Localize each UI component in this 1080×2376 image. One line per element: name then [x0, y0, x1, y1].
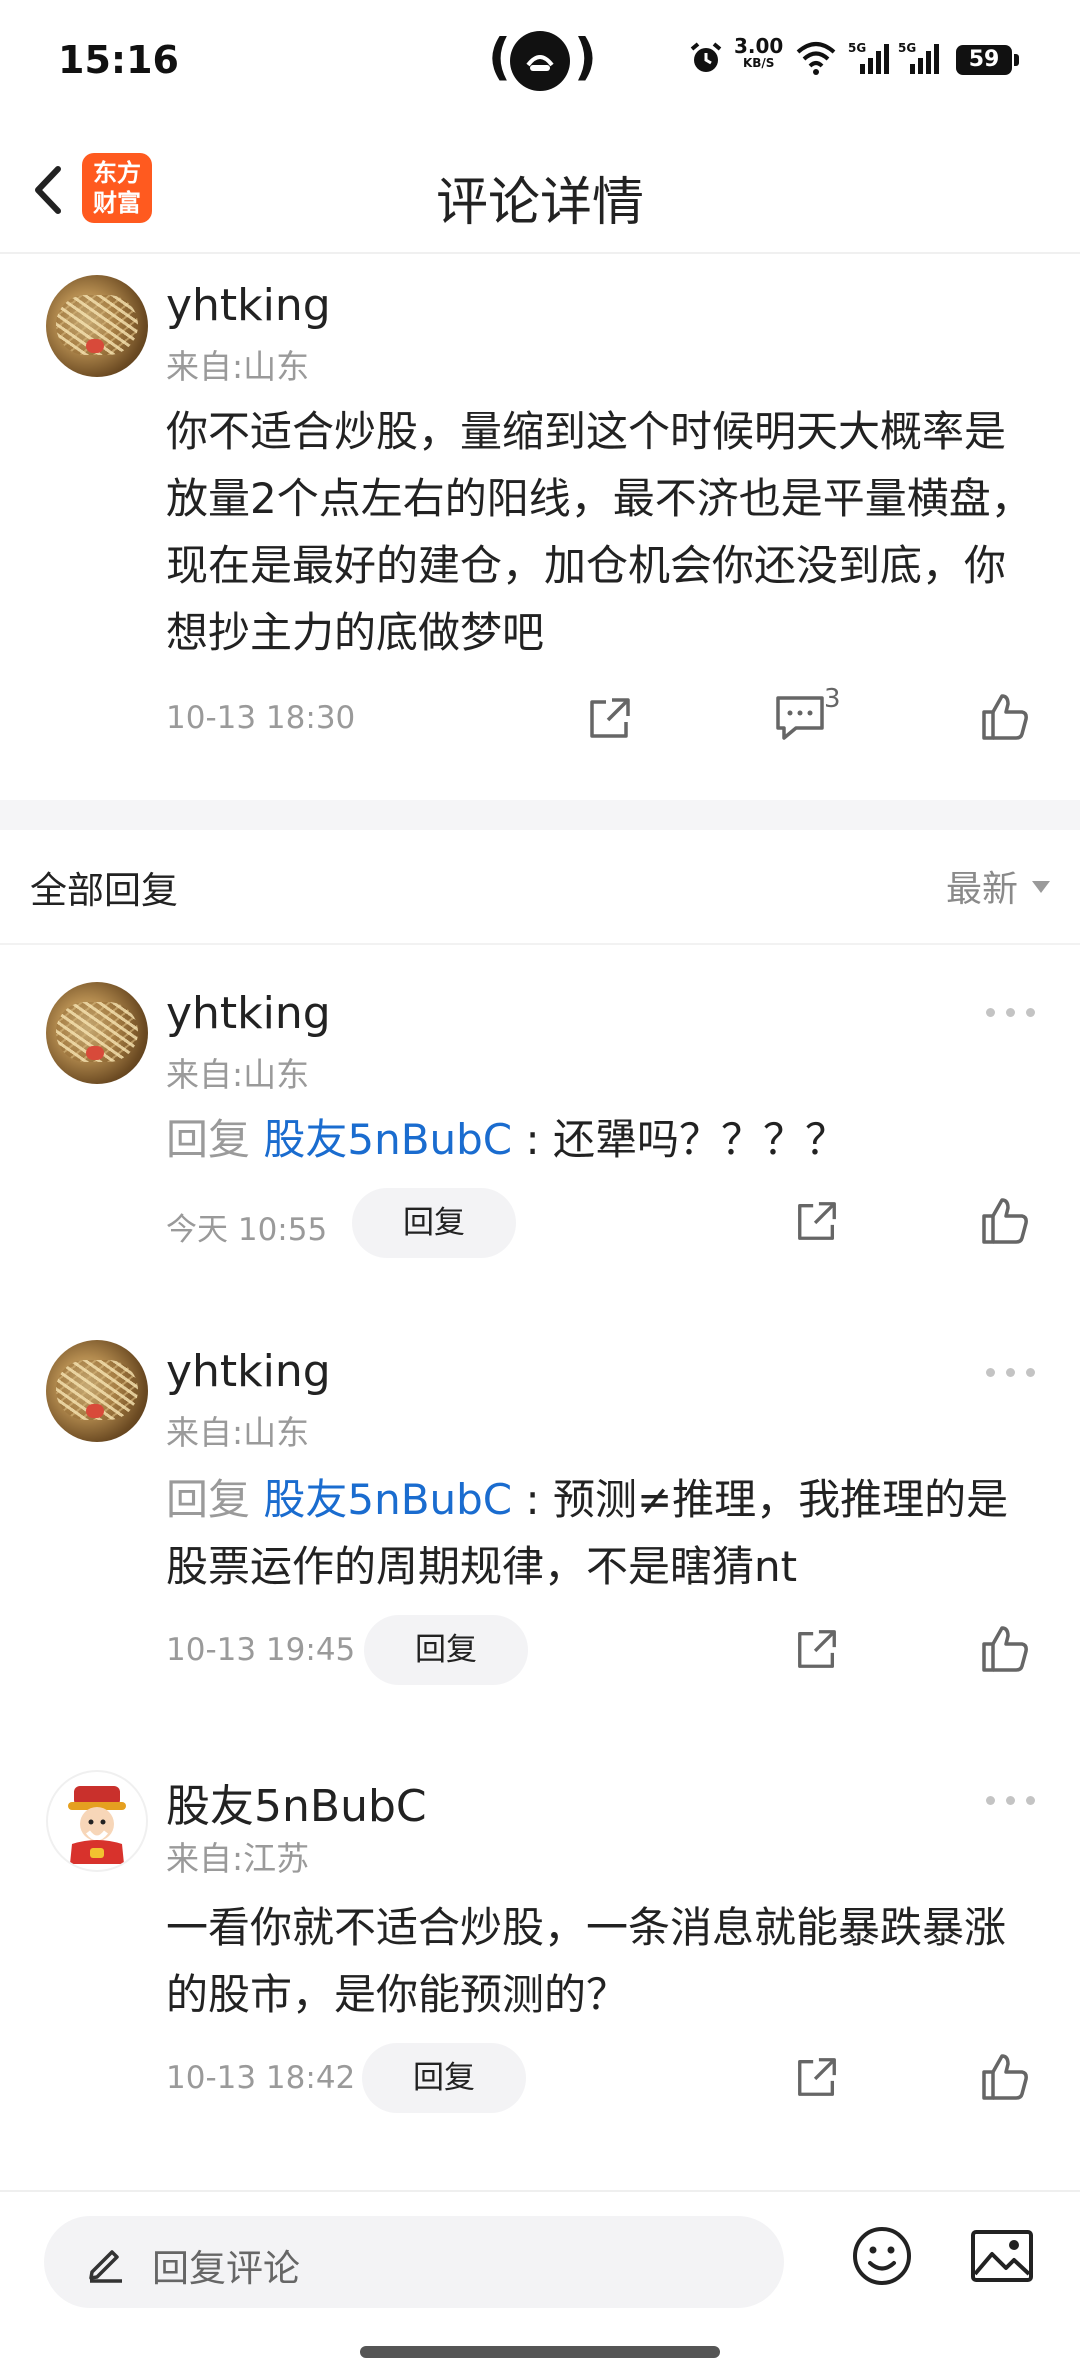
status-time: 15:16 — [58, 38, 179, 82]
like-icon[interactable] — [980, 2052, 1030, 2102]
battery-icon: 59 — [956, 45, 1019, 75]
pencil-icon — [84, 2240, 128, 2284]
share-icon[interactable] — [794, 1626, 840, 1672]
signal-5g-icon: 5G — [848, 40, 892, 76]
like-icon[interactable] — [980, 1196, 1030, 1246]
caret-down-icon — [1032, 881, 1050, 893]
share-icon[interactable] — [794, 1198, 840, 1244]
fortune-god-icon — [68, 1786, 126, 1864]
reply-timestamp: 10-13 19:45 — [166, 1632, 356, 1668]
status-bar: 15:16 ( ) 3.00 KB/S 5G 5G 59 — [0, 0, 1080, 130]
signal-5g-icon-2: 5G — [898, 40, 942, 76]
status-icons: 3.00 KB/S 5G 5G 59 — [688, 36, 1019, 90]
top-nav-bar: 东方 财富 评论详情 — [0, 130, 1080, 254]
reply-location: 来自:山东 — [166, 1413, 310, 1452]
reply-username[interactable]: yhtking — [166, 988, 331, 1039]
more-options-icon[interactable] — [986, 1362, 1036, 1382]
svg-text:5G: 5G — [848, 41, 866, 55]
comment-timestamp: 10-13 18:30 — [166, 700, 356, 736]
more-options-icon[interactable] — [986, 1790, 1036, 1810]
mention-link[interactable]: 股友5nBubC — [263, 1475, 512, 1524]
more-options-icon[interactable] — [986, 1002, 1036, 1022]
reply-username[interactable]: 股友5nBubC — [166, 1770, 427, 1834]
network-speed: 3.00 KB/S — [734, 34, 784, 70]
reply-button[interactable]: 回复 — [362, 2043, 526, 2113]
comment-count: 3 — [824, 684, 841, 714]
mention-link[interactable]: 股友5nBubC — [263, 1115, 512, 1164]
reply-text: 回复 股友5nBubC : 预测≠推理，我推理的是 股票运作的周期规律，不是瞎猜n… — [166, 1475, 1009, 1591]
alarm-icon — [688, 40, 724, 76]
reply-timestamp: 10-13 18:42 — [166, 2060, 356, 2096]
reply-comment-input[interactable]: 回复评论 — [44, 2216, 784, 2308]
home-indicator[interactable] — [360, 2346, 720, 2358]
reply-username[interactable]: yhtking — [166, 1346, 331, 1397]
share-icon[interactable] — [794, 2054, 840, 2100]
reply-button[interactable]: 回复 — [352, 1188, 516, 1258]
bottom-bar: 回复评论 — [0, 2190, 1080, 2376]
comment-icon[interactable] — [774, 692, 826, 742]
avatar[interactable] — [46, 982, 148, 1084]
comment-location: 来自:山东 — [166, 347, 310, 386]
reply-text: 回复 股友5nBubC : 还犟吗？？？？ — [166, 1115, 847, 1164]
share-icon[interactable] — [586, 694, 634, 742]
like-icon[interactable] — [980, 1624, 1030, 1674]
section-divider — [0, 800, 1080, 830]
svg-text:5G: 5G — [898, 41, 916, 55]
dynamic-island-icon: ( ) — [488, 28, 597, 92]
avatar[interactable] — [46, 1770, 148, 1872]
page-title: 评论详情 — [435, 173, 644, 233]
reply-location: 来自:江苏 — [166, 1839, 310, 1878]
input-placeholder: 回复评论 — [152, 2247, 300, 2290]
image-icon[interactable] — [970, 2228, 1034, 2284]
comment-username[interactable]: yhtking — [166, 280, 331, 331]
replies-header: 全部回复 最新 — [0, 830, 1080, 945]
reply-location: 来自:山东 — [166, 1055, 310, 1094]
wifi-icon — [796, 40, 836, 76]
reply-text: 一看你就不适合炒股，一条消息就能暴跌暴涨的股市，是你能预测的？ — [166, 1903, 1007, 2019]
emoji-icon[interactable] — [850, 2224, 914, 2288]
replies-title: 全部回复 — [30, 869, 178, 912]
reply-button[interactable]: 回复 — [364, 1615, 528, 1685]
avatar[interactable] — [46, 1340, 148, 1442]
reply-timestamp: 今天 10:55 — [166, 1212, 328, 1248]
like-icon[interactable] — [980, 692, 1030, 742]
sort-dropdown[interactable]: 最新 — [946, 860, 1050, 912]
comment-text: 你不适合炒股，量缩到这个时候明天大概率是放量2个点左右的阳线，最不济也是平量横盘… — [166, 407, 1033, 657]
avatar[interactable] — [46, 275, 148, 377]
